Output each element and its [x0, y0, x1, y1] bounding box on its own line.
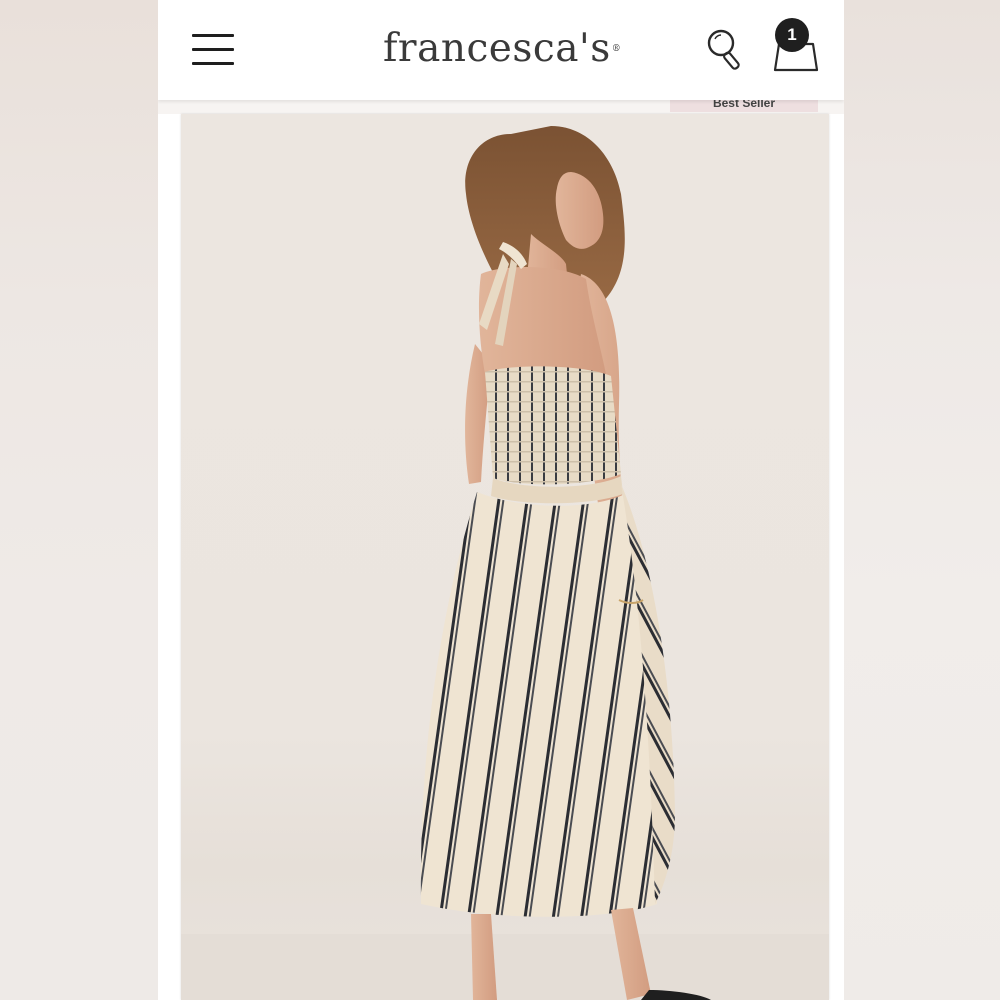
cart-count-badge[interactable]: 1 [775, 18, 809, 52]
right-blurred-background [844, 0, 1000, 1000]
mobile-page: francesca's® 1 Best Seller [158, 0, 844, 1000]
hamburger-menu-icon[interactable] [190, 30, 236, 70]
product-photo-illustration [181, 126, 829, 1000]
left-blurred-background [0, 0, 158, 1000]
logo-text: francesca's [383, 26, 611, 71]
search-icon[interactable] [706, 27, 748, 75]
registered-mark: ® [611, 44, 622, 54]
site-header: francesca's® [158, 0, 844, 100]
product-photo[interactable] [181, 114, 829, 1000]
site-logo[interactable]: francesca's® [383, 26, 621, 71]
